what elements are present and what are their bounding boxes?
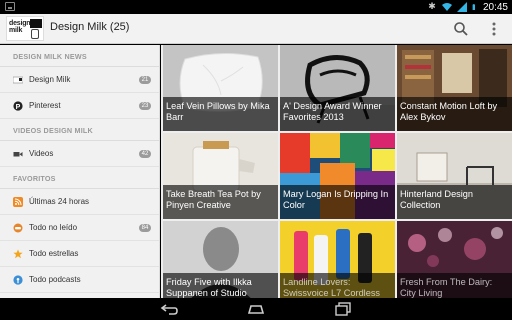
sidebar-item-last-24-hours[interactable]: Últimas 24 horas [0, 189, 159, 215]
back-icon[interactable] [160, 301, 178, 317]
section-header-videos: VIDEOS DESIGN MILK [0, 119, 159, 141]
article-tile[interactable]: Constant Motion Loft by Alex Bykov [397, 45, 512, 131]
sidebar-item-label: Todo estrellas [29, 249, 79, 258]
article-title: Landline Lovers: Swissvoice L7 Cordless [280, 273, 395, 298]
unread-count-badge: 23 [139, 102, 151, 110]
sidebar-item-all-podcasts[interactable]: Todo podcasts [0, 267, 159, 293]
article-title: Constant Motion Loft by Alex Bykov [397, 97, 512, 131]
home-icon[interactable] [247, 301, 265, 317]
system-navigation-bar [0, 298, 512, 320]
unread-icon [13, 223, 23, 233]
section-header-favoritos: FAVORITOS [0, 167, 159, 189]
article-title: Friday Five with Ilkka Suppanen of Studi… [163, 273, 278, 298]
sidebar-item-design-milk[interactable]: Design Milk 21 [0, 67, 159, 93]
overflow-menu-icon[interactable] [488, 20, 500, 38]
logo-milk-box [30, 19, 42, 28]
article-tile[interactable]: Hinterland Design Collection [397, 133, 512, 219]
podcast-icon [13, 275, 23, 285]
star-icon [13, 249, 23, 259]
bluetooth-icon: ✱ [428, 2, 436, 12]
wifi-icon [441, 3, 452, 11]
status-bar: ✱ 20:45 [0, 0, 512, 14]
sidebar-item-label: Videos [29, 149, 54, 158]
article-grid: Leaf Vein Pillows by Mika Barr A' Design… [161, 45, 512, 298]
article-tile[interactable]: Fresh From The Dairy: City Living [397, 221, 512, 298]
signal-icon [456, 2, 467, 12]
action-bar: design milk Design Milk (25) [0, 14, 512, 44]
sidebar-item-all-starred[interactable]: Todo estrellas [0, 241, 159, 267]
video-camera-icon [13, 152, 23, 157]
sidebar-item-label: Design Milk [29, 75, 71, 84]
svg-text:P: P [16, 104, 21, 111]
clock: 20:45 [482, 1, 508, 13]
battery-icon [472, 4, 475, 10]
feed-sidebar: DESIGN MILK NEWS Design Milk 21 P Pinter… [0, 45, 160, 298]
sidebar-item-videos[interactable]: Videos 42 [0, 141, 159, 167]
article-title: Hinterland Design Collection [397, 185, 512, 219]
unread-count-badge: 21 [139, 76, 151, 84]
article-title: Leaf Vein Pillows by Mika Barr [163, 97, 278, 131]
section-header-design-milk-news: DESIGN MILK NEWS [0, 45, 159, 67]
search-icon[interactable] [452, 20, 470, 38]
rss-icon [13, 197, 23, 207]
sidebar-item-label: Todo podcasts [29, 275, 81, 284]
article-tile[interactable]: Friday Five with Ilkka Suppanen of Studi… [163, 221, 278, 298]
feed-title: Design Milk (25) [50, 21, 130, 33]
sidebar-item-label: Todo no leído [29, 223, 78, 232]
article-tile[interactable]: Take Breath Tea Pot by Pinyen Creative [163, 133, 278, 219]
sidebar-item-all-unread[interactable]: Todo no leído 84 [0, 215, 159, 241]
article-tile[interactable]: Landline Lovers: Swissvoice L7 Cordless [280, 221, 395, 298]
article-title: Mary Logan Is Dripping In Color [280, 185, 395, 219]
unread-count-badge: 84 [139, 224, 151, 232]
article-tile[interactable]: Leaf Vein Pillows by Mika Barr [163, 45, 278, 131]
unread-count-badge: 42 [139, 150, 151, 158]
design-milk-favicon-icon [13, 76, 23, 84]
sidebar-item-label: Pinterest [29, 101, 61, 110]
recent-apps-icon[interactable] [334, 301, 352, 317]
article-title: Take Breath Tea Pot by Pinyen Creative [163, 185, 278, 219]
app-logo[interactable]: design milk [6, 16, 44, 41]
hand-icon [31, 29, 39, 39]
pinterest-icon: P [13, 101, 23, 111]
article-title: A' Design Award Winner Favorites 2013 [280, 97, 395, 131]
sidebar-item-pinterest[interactable]: P Pinterest 23 [0, 93, 159, 119]
sidebar-item-label: Últimas 24 horas [29, 197, 90, 206]
article-tile[interactable]: A' Design Award Winner Favorites 2013 [280, 45, 395, 131]
screenshot-notification-icon [5, 2, 15, 11]
article-title: Fresh From The Dairy: City Living [397, 273, 512, 298]
article-tile[interactable]: Mary Logan Is Dripping In Color [280, 133, 395, 219]
